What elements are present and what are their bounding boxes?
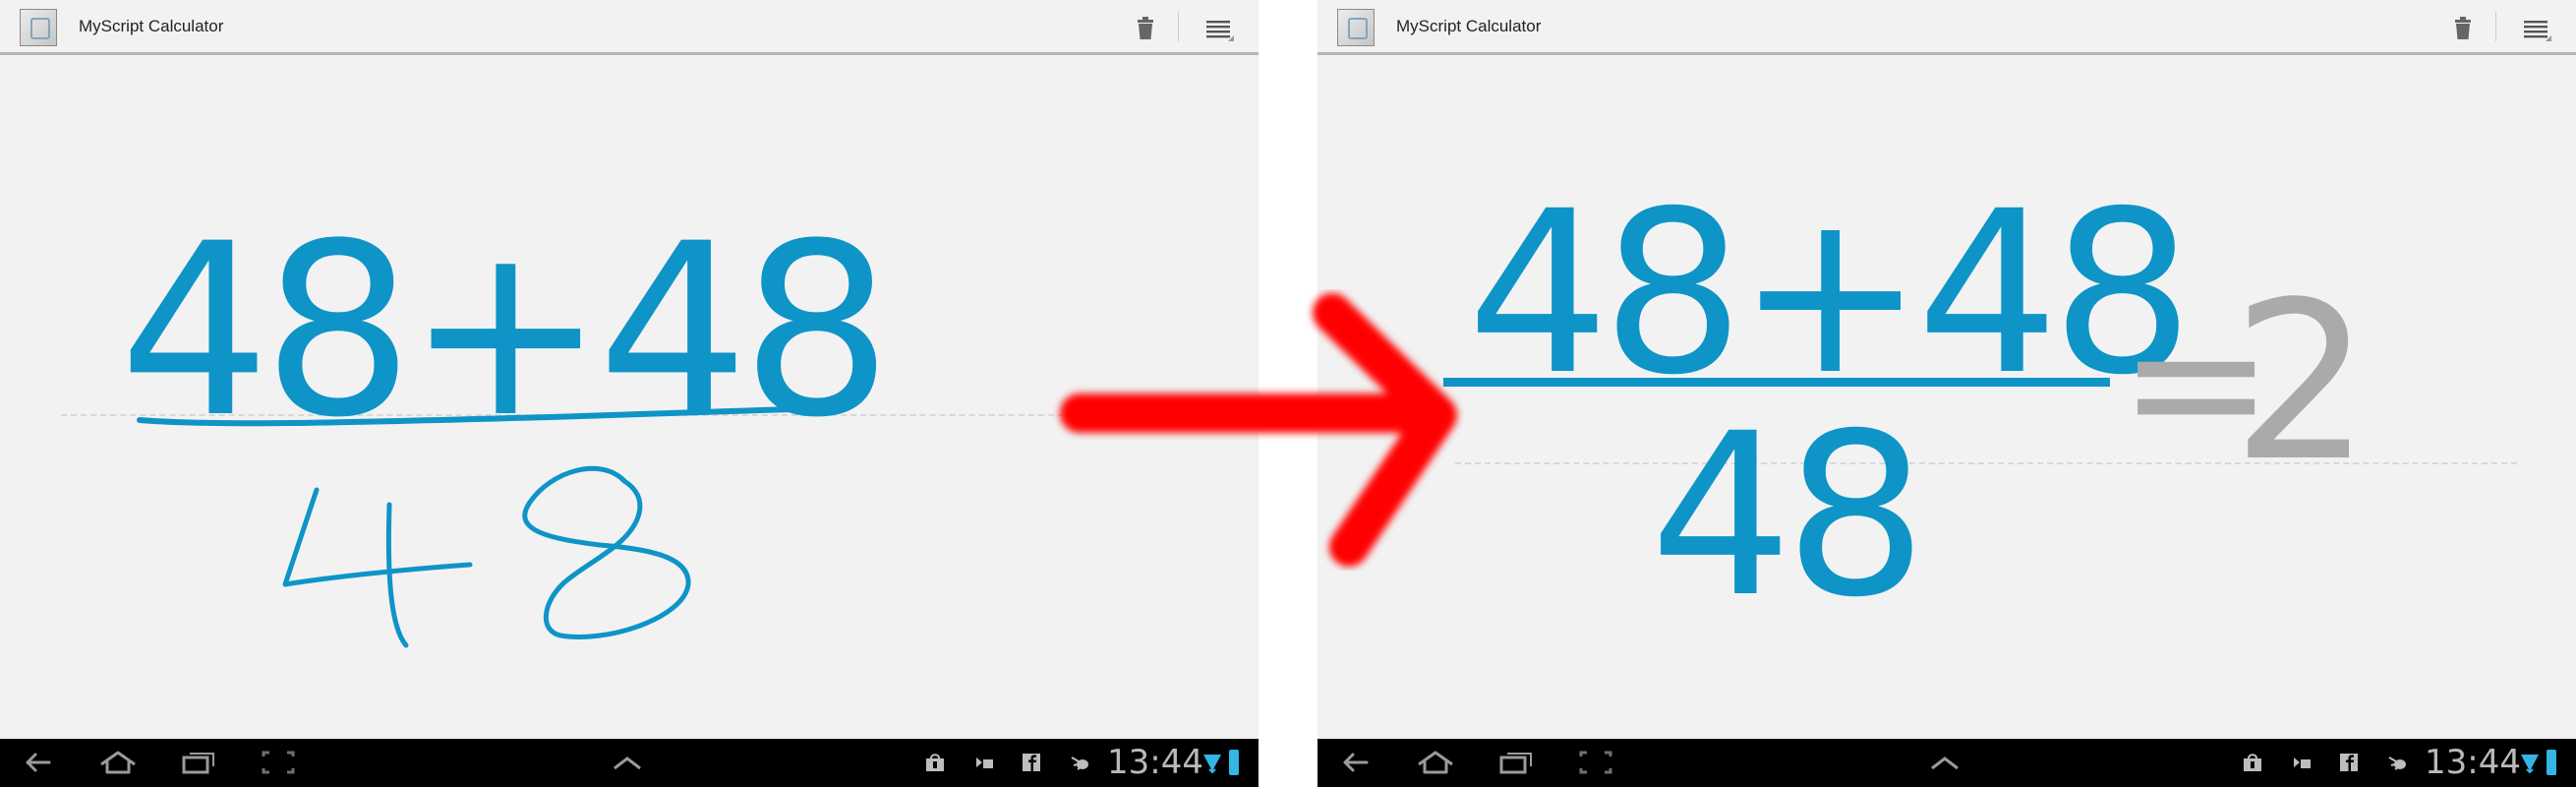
recent-apps-icon[interactable]: [174, 745, 223, 780]
status-clock: 13:44: [2425, 743, 2521, 782]
trash-icon[interactable]: [2453, 17, 2473, 40]
action-bar-divider: [1178, 12, 1179, 41]
screen-handwritten: MyScript Calculator 48+48 13:44: [0, 0, 1259, 787]
fraction-numerator: 48+48: [1467, 162, 2194, 424]
action-bar: MyScript Calculator: [1317, 0, 2576, 55]
menu-icon[interactable]: [2522, 18, 2551, 41]
download-icon: [976, 757, 993, 768]
download-icon: [2294, 757, 2311, 768]
action-bar-divider: [2495, 12, 2496, 41]
shopping-bag-icon: [926, 754, 944, 771]
chevron-up-icon[interactable]: [603, 745, 652, 780]
shopping-bag-icon: [2244, 754, 2261, 771]
facebook-icon: [2340, 754, 2358, 771]
screenshot-icon[interactable]: [254, 745, 303, 780]
trash-icon[interactable]: [1136, 17, 1155, 40]
back-icon[interactable]: [14, 745, 63, 780]
chevron-up-icon[interactable]: [1920, 745, 1969, 780]
back-icon[interactable]: [1331, 745, 1380, 780]
system-nav-bar: 13:44: [1317, 739, 2576, 787]
facebook-icon: [1023, 754, 1040, 771]
writing-canvas[interactable]: 48+48: [0, 55, 1259, 739]
wifi-icon: [1203, 755, 1221, 773]
home-icon[interactable]: [1411, 745, 1460, 780]
app-title: MyScript Calculator: [79, 17, 224, 35]
system-nav-bar: 13:44: [0, 739, 1259, 787]
screen-recognized: MyScript Calculator 48+48 48 = 2 13:44: [1317, 0, 2576, 787]
myscript-app-icon[interactable]: [1337, 9, 1375, 46]
status-clock: 13:44: [1107, 743, 1203, 782]
result-value: 2: [2232, 256, 2371, 510]
recent-apps-icon[interactable]: [1492, 745, 1541, 780]
fraction-denominator: 48: [1650, 385, 1927, 646]
home-icon[interactable]: [93, 745, 143, 780]
writing-canvas[interactable]: 48+48 48 = 2: [1317, 55, 2576, 739]
menu-icon[interactable]: [1204, 18, 1234, 41]
action-bar: MyScript Calculator: [0, 0, 1259, 55]
battery-icon: [2547, 750, 2556, 775]
battery-icon: [1229, 750, 1239, 775]
screenshot-icon[interactable]: [1571, 745, 1620, 780]
myscript-app-icon[interactable]: [20, 9, 57, 46]
bug-icon: [2388, 757, 2406, 770]
bug-icon: [1071, 757, 1088, 770]
app-title: MyScript Calculator: [1396, 17, 1542, 35]
handwritten-ink: [137, 405, 825, 648]
wifi-icon: [2521, 755, 2539, 773]
